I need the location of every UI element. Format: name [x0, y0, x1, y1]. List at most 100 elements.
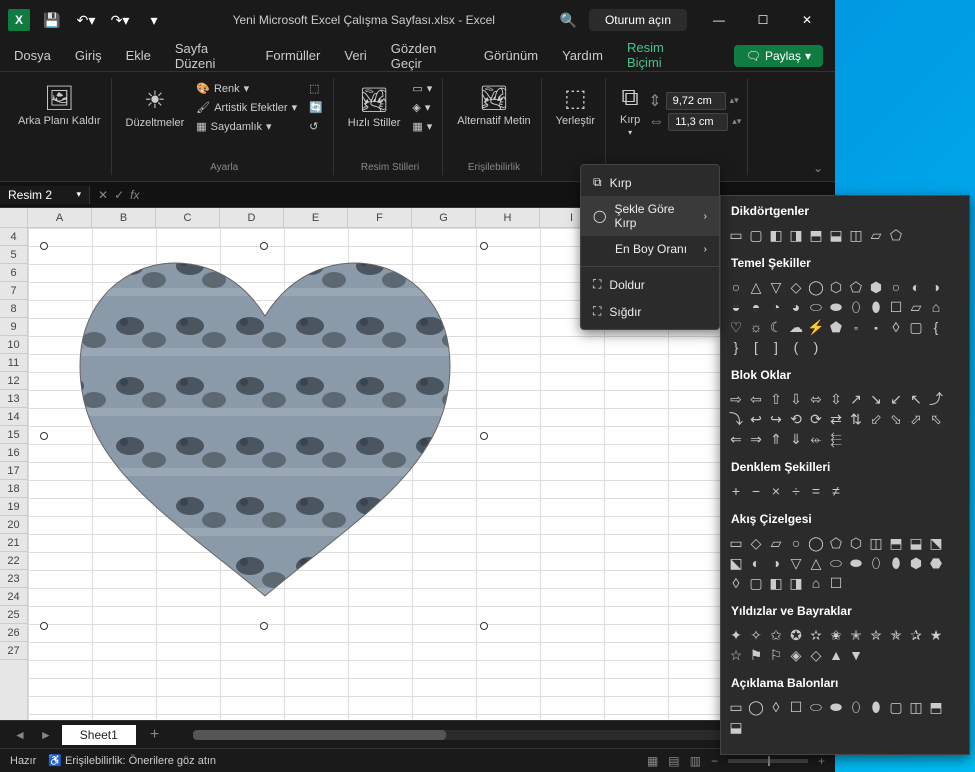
shape-option[interactable]: ◒: [727, 298, 745, 316]
shape-option[interactable]: ⇳: [827, 390, 845, 408]
row-header[interactable]: 6: [0, 264, 27, 282]
row-header[interactable]: 8: [0, 300, 27, 318]
shape-option[interactable]: ⬕: [727, 554, 745, 572]
add-sheet-icon[interactable]: +: [142, 726, 167, 744]
shape-option[interactable]: ⬞: [847, 318, 865, 336]
row-header[interactable]: 7: [0, 282, 27, 300]
tab-ekle[interactable]: Ekle: [124, 42, 153, 69]
handle-e[interactable]: [480, 432, 488, 440]
crop-menu-crop[interactable]: ⧉Kırp: [581, 169, 719, 196]
shape-option[interactable]: ⬁: [927, 410, 945, 428]
row-header[interactable]: 10: [0, 336, 27, 354]
handle-sw[interactable]: [40, 622, 48, 630]
shape-option[interactable]: ⌂: [807, 574, 825, 592]
normal-view-icon[interactable]: ▦: [647, 754, 658, 768]
shape-option[interactable]: △: [807, 554, 825, 572]
shape-option[interactable]: ⬟: [827, 318, 845, 336]
row-header[interactable]: 25: [0, 606, 27, 624]
share-button[interactable]: 🗨 Paylaş ▾: [734, 45, 823, 67]
zoom-slider[interactable]: [728, 759, 808, 763]
shape-option[interactable]: ◑: [927, 278, 945, 296]
sheet-tab-1[interactable]: Sheet1: [62, 725, 136, 745]
shape-option[interactable]: ⇨: [727, 390, 745, 408]
row-header[interactable]: 17: [0, 462, 27, 480]
row-header[interactable]: 15: [0, 426, 27, 444]
maximize-icon[interactable]: ☐: [743, 5, 783, 35]
shape-option[interactable]: ✭: [847, 626, 865, 644]
shape-option[interactable]: ✩: [767, 626, 785, 644]
shape-option[interactable]: ◯: [807, 534, 825, 552]
alt-text-button[interactable]: 🏞 Alternatif Metin: [453, 80, 534, 131]
row-header[interactable]: 11: [0, 354, 27, 372]
shape-option[interactable]: ⬠: [887, 226, 905, 244]
corrections-button[interactable]: ☀ Düzeltmeler: [122, 82, 189, 133]
arrange-button[interactable]: ⬚ Yerleştir: [552, 80, 599, 131]
undo-icon[interactable]: ↶▾: [72, 7, 100, 33]
picture-layout-button[interactable]: ▦▾: [408, 118, 436, 135]
shape-option[interactable]: ⬃: [867, 410, 885, 428]
shape-option[interactable]: ↘: [867, 390, 885, 408]
row-header[interactable]: 5: [0, 246, 27, 264]
shape-option[interactable]: ⇅: [847, 410, 865, 428]
shape-option[interactable]: ✬: [827, 626, 845, 644]
shape-option[interactable]: }: [727, 338, 745, 356]
shape-option[interactable]: ⤴: [927, 390, 945, 408]
shape-option[interactable]: ⬓: [827, 226, 845, 244]
shape-option[interactable]: ◯: [747, 698, 765, 716]
sheet-nav-prev-icon[interactable]: ◄: [10, 726, 30, 744]
shape-option[interactable]: ÷: [787, 482, 805, 500]
shape-option[interactable]: ▭: [727, 226, 745, 244]
page-break-view-icon[interactable]: ▥: [690, 754, 701, 768]
shape-option[interactable]: △: [747, 278, 765, 296]
width-input[interactable]: [668, 113, 728, 131]
shape-option[interactable]: ↪: [767, 410, 785, 428]
shape-option[interactable]: ▲: [827, 646, 845, 664]
shape-option[interactable]: ⬔: [927, 534, 945, 552]
shape-option[interactable]: ◧: [767, 226, 785, 244]
shape-option[interactable]: ◇: [747, 534, 765, 552]
shape-option[interactable]: ⇓: [787, 430, 805, 448]
ribbon-collapse-icon[interactable]: ⌄: [813, 161, 823, 175]
shape-option[interactable]: ⤵: [727, 410, 745, 428]
shape-option[interactable]: ▭: [727, 534, 745, 552]
shape-option[interactable]: ×: [767, 482, 785, 500]
shape-option[interactable]: ⇩: [787, 390, 805, 408]
shape-option[interactable]: ⬢: [867, 278, 885, 296]
shape-option[interactable]: ↖: [907, 390, 925, 408]
shape-option[interactable]: ▢: [887, 698, 905, 716]
row-header[interactable]: 18: [0, 480, 27, 498]
sheet-nav-next-icon[interactable]: ►: [36, 726, 56, 744]
shape-option[interactable]: ⬬: [827, 298, 845, 316]
shape-option[interactable]: ⬮: [867, 298, 885, 316]
row-header[interactable]: 4: [0, 228, 27, 246]
shape-option[interactable]: ◓: [747, 298, 765, 316]
shape-option[interactable]: ⬯: [847, 698, 865, 716]
shape-option[interactable]: ]: [767, 338, 785, 356]
handle-ne[interactable]: [480, 242, 488, 250]
shape-option[interactable]: ⬄: [807, 390, 825, 408]
row-header[interactable]: 22: [0, 552, 27, 570]
shape-option[interactable]: ⇧: [767, 390, 785, 408]
shape-option[interactable]: ↙: [887, 390, 905, 408]
shape-option[interactable]: ⬭: [807, 698, 825, 716]
remove-background-button[interactable]: 🖼 Arka Planı Kaldır: [14, 80, 105, 131]
zoom-out-icon[interactable]: −: [711, 754, 718, 768]
handle-se[interactable]: [480, 622, 488, 630]
shape-option[interactable]: ◑: [767, 554, 785, 572]
fx-icon[interactable]: fx: [130, 188, 139, 202]
row-header[interactable]: 21: [0, 534, 27, 552]
shape-option[interactable]: ◇: [787, 278, 805, 296]
shape-option[interactable]: ⬒: [927, 698, 945, 716]
shape-option[interactable]: ✧: [747, 626, 765, 644]
shape-option[interactable]: (: [787, 338, 805, 356]
tab-yardim[interactable]: Yardım: [560, 42, 605, 69]
cancel-formula-icon[interactable]: ✕: [98, 188, 108, 202]
column-header[interactable]: D: [220, 208, 284, 227]
color-button[interactable]: 🎨 Renk ▾: [192, 80, 301, 97]
zoom-in-icon[interactable]: +: [818, 754, 825, 768]
column-header[interactable]: E: [284, 208, 348, 227]
shape-option[interactable]: ⬱: [827, 430, 845, 448]
shape-option[interactable]: ♡: [727, 318, 745, 336]
tab-veri[interactable]: Veri: [342, 42, 368, 69]
close-icon[interactable]: ✕: [787, 5, 827, 35]
